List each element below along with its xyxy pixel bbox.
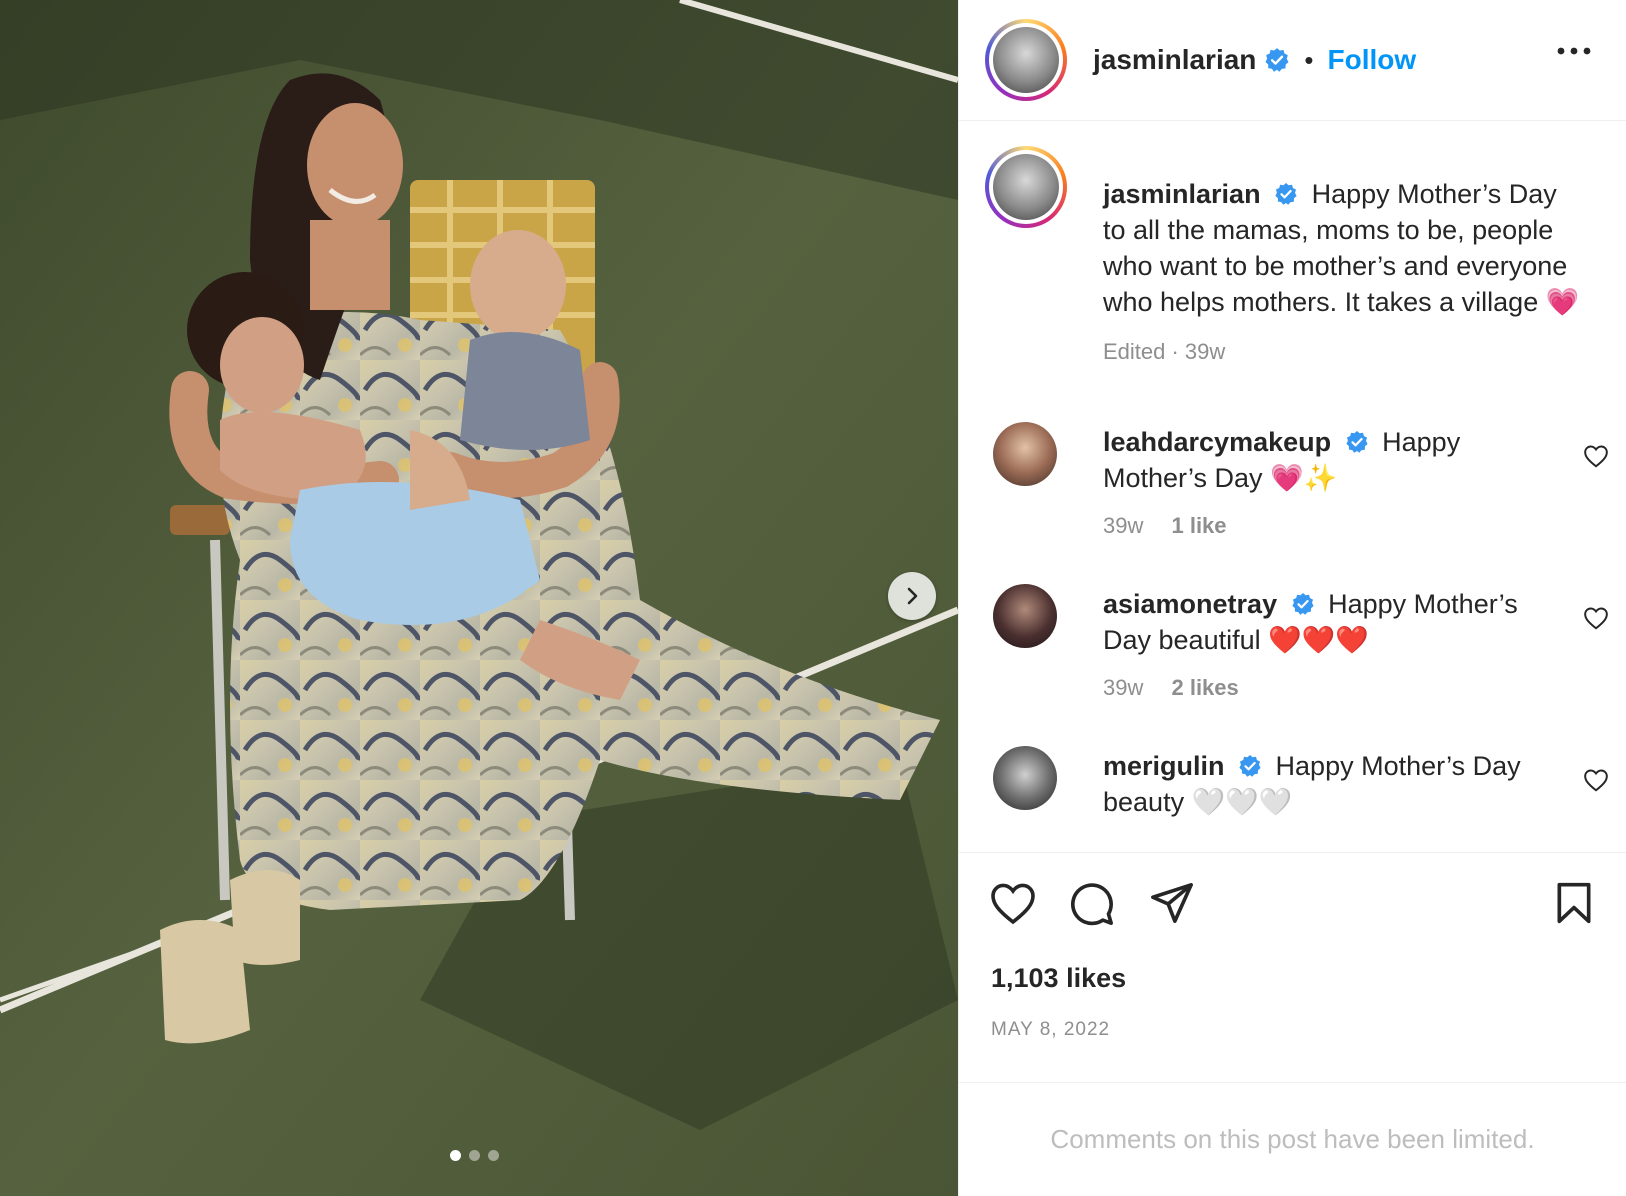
heart-icon[interactable]	[989, 881, 1037, 925]
author-username[interactable]: jasminlarian	[1093, 44, 1256, 76]
comment-bubble-icon[interactable]	[1069, 881, 1115, 927]
more-options-icon[interactable]	[1556, 46, 1592, 56]
comment-meta: 39w 1 like	[1103, 508, 1553, 544]
carousel-dot	[469, 1150, 480, 1161]
verified-badge-icon	[1275, 182, 1297, 205]
commenter-username[interactable]: leahdarcymakeup	[1103, 427, 1331, 457]
verified-badge-icon	[1292, 592, 1314, 615]
comment-age: 39w	[1103, 513, 1144, 538]
comments-section[interactable]: jasminlarian Happy Mother’s Day to all t…	[959, 122, 1626, 852]
likes-count[interactable]: 1,103 likes	[991, 963, 1126, 994]
separator-dot: •	[1304, 44, 1314, 75]
chevron-right-icon	[907, 587, 918, 605]
carousel-next-button[interactable]	[888, 572, 936, 620]
carousel-dot	[450, 1150, 461, 1161]
verified-badge-icon	[1265, 48, 1289, 72]
caption-username[interactable]: jasminlarian	[1103, 179, 1261, 209]
caption-author-avatar[interactable]	[985, 146, 1067, 228]
commenter-avatar[interactable]	[993, 746, 1057, 810]
comment-like-heart-icon[interactable]	[1583, 606, 1609, 630]
verified-badge-icon	[1346, 430, 1368, 453]
commenter-avatar[interactable]	[993, 422, 1057, 486]
follow-button[interactable]: Follow	[1328, 44, 1417, 76]
commenter-avatar[interactable]	[993, 584, 1057, 648]
caption-meta: Edited · 39w	[1103, 339, 1226, 364]
comment-age: 39w	[1103, 675, 1144, 700]
post-side-panel: jasminlarian • Follow jasminlarian Happy…	[958, 0, 1626, 1196]
post-date: MAY 8, 2022	[991, 1019, 1111, 1040]
post-media[interactable]	[0, 0, 958, 1196]
comment-likes[interactable]: 1 like	[1171, 513, 1226, 538]
verified-badge-icon	[1239, 754, 1261, 777]
paper-plane-icon[interactable]	[1149, 881, 1195, 925]
carousel-indicator	[450, 1150, 499, 1161]
author-avatar[interactable]	[985, 19, 1067, 101]
comment-meta: 39w 2 likes	[1103, 670, 1553, 706]
comment-like-heart-icon[interactable]	[1583, 768, 1609, 792]
comments-limited-notice: Comments on this post have been limited.	[959, 1082, 1626, 1196]
bookmark-icon[interactable]	[1555, 881, 1593, 925]
comment-like-heart-icon[interactable]	[1583, 444, 1609, 468]
comment-likes[interactable]: 2 likes	[1171, 675, 1238, 700]
commenter-username[interactable]: merigulin	[1103, 751, 1225, 781]
post-photo	[0, 0, 958, 1196]
carousel-dot	[488, 1150, 499, 1161]
post-actions: 1,103 likes MAY 8, 2022	[959, 852, 1626, 1082]
commenter-username[interactable]: asiamonetray	[1103, 589, 1277, 619]
post-header: jasminlarian • Follow	[959, 0, 1626, 121]
